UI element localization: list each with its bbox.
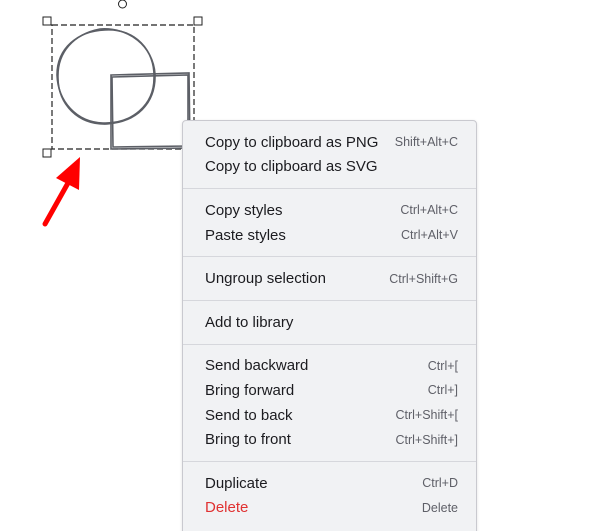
menu-item-send-to-back[interactable]: Send to back Ctrl+Shift+[ — [183, 403, 476, 428]
menu-item-ungroup[interactable]: Ungroup selection Ctrl+Shift+G — [183, 266, 476, 291]
menu-item-label: Delete — [205, 499, 249, 517]
drawing-canvas[interactable]: Copy to clipboard as PNG Shift+Alt+C Cop… — [0, 0, 594, 531]
menu-item-add-to-library[interactable]: Add to library — [183, 310, 476, 335]
menu-item-shortcut: Shift+Alt+C — [394, 135, 458, 150]
sketch-square[interactable] — [110, 72, 191, 150]
menu-separator — [183, 460, 476, 462]
menu-item-delete[interactable]: Delete Delete — [183, 496, 476, 521]
menu-item-label: Bring forward — [205, 381, 295, 399]
menu-item-copy-styles[interactable]: Copy styles Ctrl+Alt+C — [183, 198, 476, 223]
menu-item-shortcut: Delete — [421, 500, 458, 515]
menu-separator — [183, 343, 476, 345]
resize-handle-top-left[interactable] — [42, 16, 52, 26]
menu-item-shortcut: Ctrl+Alt+V — [401, 228, 458, 243]
menu-item-label: Bring to front — [205, 431, 291, 449]
menu-item-label: Send to back — [205, 406, 293, 424]
menu-item-copy-png[interactable]: Copy to clipboard as PNG Shift+Alt+C — [183, 130, 476, 155]
resize-handle-bottom-left[interactable] — [42, 148, 52, 158]
menu-item-shortcut: Ctrl+Shift+G — [389, 271, 458, 286]
menu-item-bring-forward[interactable]: Bring forward Ctrl+] — [183, 378, 476, 403]
menu-item-shortcut: Ctrl+] — [427, 383, 458, 398]
menu-item-label: Add to library — [205, 313, 294, 331]
resize-handle-top-right[interactable] — [193, 16, 203, 26]
menu-separator — [183, 188, 476, 190]
rotation-handle[interactable] — [118, 0, 127, 9]
menu-item-label: Copy to clipboard as PNG — [205, 133, 379, 151]
menu-item-label: Ungroup selection — [205, 270, 326, 288]
red-arrow-icon — [42, 157, 80, 227]
menu-item-label: Paste styles — [205, 226, 286, 244]
menu-item-shortcut: Ctrl+Alt+C — [400, 203, 458, 218]
menu-separator — [183, 299, 476, 301]
menu-item-bring-to-front[interactable]: Bring to front Ctrl+Shift+] — [183, 427, 476, 452]
menu-item-label: Copy to clipboard as SVG — [205, 158, 378, 176]
menu-item-duplicate[interactable]: Duplicate Ctrl+D — [183, 471, 476, 496]
selection-box — [51, 24, 195, 150]
menu-item-send-backward[interactable]: Send backward Ctrl+[ — [183, 354, 476, 379]
menu-item-paste-styles[interactable]: Paste styles Ctrl+Alt+V — [183, 223, 476, 248]
menu-item-label: Copy styles — [205, 201, 283, 219]
menu-item-shortcut: Ctrl+Shift+[ — [395, 408, 458, 423]
menu-item-shortcut: Ctrl+D — [422, 476, 458, 491]
menu-item-shortcut: Ctrl+Shift+] — [395, 432, 458, 447]
context-menu: Copy to clipboard as PNG Shift+Alt+C Cop… — [182, 120, 477, 531]
menu-item-label: Send backward — [205, 357, 309, 375]
menu-item-label: Duplicate — [205, 474, 268, 492]
menu-separator — [183, 256, 476, 258]
menu-item-copy-svg[interactable]: Copy to clipboard as SVG — [183, 155, 476, 180]
menu-item-shortcut: Ctrl+[ — [427, 358, 458, 373]
